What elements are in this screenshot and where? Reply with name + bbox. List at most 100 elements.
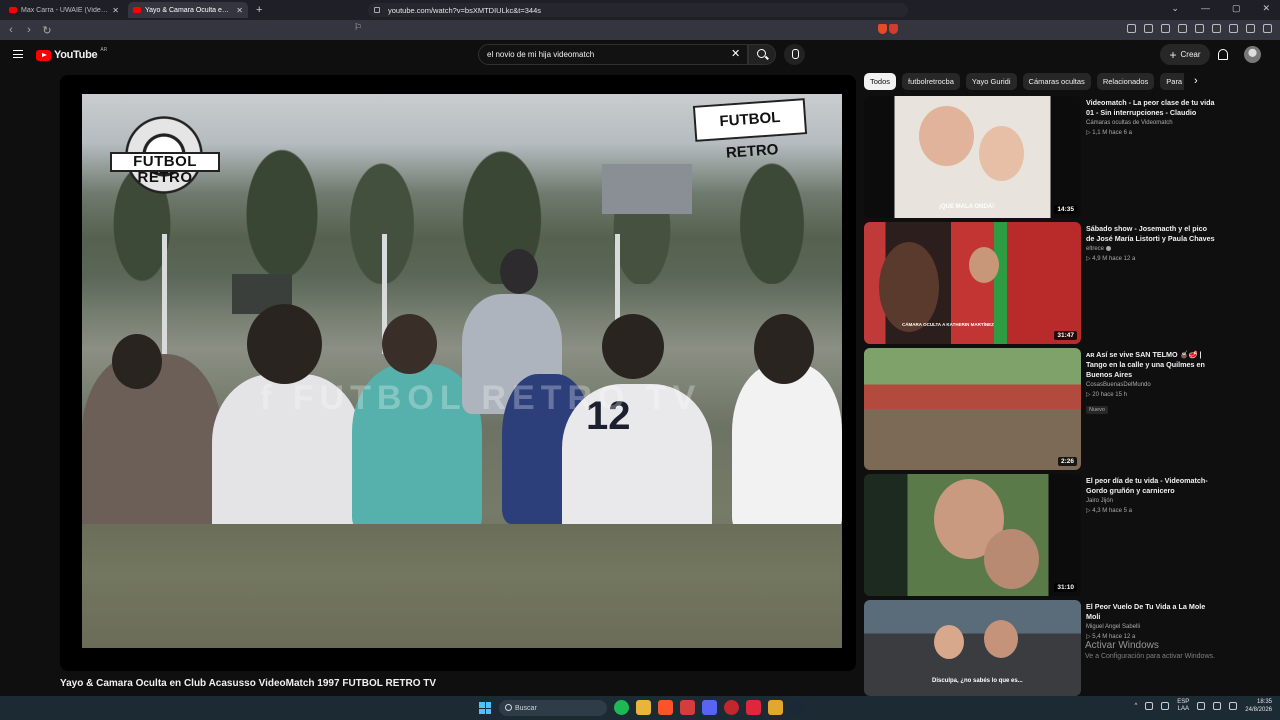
chip-relacionados[interactable]: Relacionados bbox=[1096, 73, 1155, 90]
activate-windows-title: Activar Windows bbox=[1085, 640, 1159, 651]
bookmark-icon[interactable]: ⚐ bbox=[354, 22, 362, 33]
vpn-icon[interactable] bbox=[1229, 24, 1238, 33]
extension-icon[interactable] bbox=[1144, 24, 1153, 33]
battery-icon[interactable] bbox=[1229, 702, 1238, 710]
sidebar-icon[interactable] bbox=[1195, 24, 1204, 33]
taskbar-apps bbox=[614, 700, 805, 715]
channel-name[interactable]: Miguel Angel Sabelli bbox=[1086, 624, 1216, 630]
chevron-right-icon[interactable]: › bbox=[1194, 75, 1198, 87]
file-explorer-icon[interactable] bbox=[636, 700, 651, 715]
site-info-icon[interactable] bbox=[374, 7, 380, 13]
brave-shields-icon[interactable] bbox=[878, 24, 900, 36]
browser-tab[interactable]: Max Carra - UWAIE (Video Oficial) - Y ✕ bbox=[4, 2, 124, 18]
tab-title: Yayo & Camara Oculta en Clu bbox=[145, 6, 233, 14]
video-title[interactable]: El peor día de tu vida - Videomatch- Gor… bbox=[1086, 476, 1216, 496]
reload-icon[interactable]: ↻ bbox=[40, 24, 54, 37]
back-icon[interactable]: ‹ bbox=[4, 24, 18, 36]
chip-yayo-guridi[interactable]: Yayo Guridi bbox=[965, 73, 1017, 90]
extensions-area bbox=[1127, 24, 1272, 33]
video-thumbnail[interactable]: 31:10 bbox=[864, 474, 1081, 596]
clock[interactable]: 18:35 24/8/2026 bbox=[1245, 698, 1272, 714]
clock-date: 24/8/2026 bbox=[1245, 707, 1272, 713]
extension-icon[interactable] bbox=[1212, 24, 1221, 33]
channel-name[interactable]: CosasBuenasDelMundo bbox=[1086, 382, 1216, 388]
thumbnail-face bbox=[979, 126, 1024, 181]
video-title[interactable]: Videomatch - La peor clase de tu vida 01… bbox=[1086, 98, 1216, 118]
video-title[interactable]: El Peor Vuelo De Tu Vida a La Mole Moli bbox=[1086, 602, 1216, 622]
wallet-icon[interactable] bbox=[1246, 24, 1255, 33]
app-icon[interactable] bbox=[724, 700, 739, 715]
notifications-bell-icon[interactable] bbox=[1218, 49, 1228, 60]
hamburger-menu-icon[interactable] bbox=[13, 50, 23, 58]
youtube-play-icon bbox=[36, 49, 51, 61]
chip-para-ti[interactable]: Para ti bbox=[1160, 73, 1184, 90]
extension-icon[interactable] bbox=[1161, 24, 1170, 33]
video-player[interactable]: FUTBOL RETRO FUTBOL RETRO 12 f FUTBOL RE… bbox=[60, 75, 856, 671]
video-thumbnail[interactable]: 2:26 bbox=[864, 348, 1081, 470]
tray-app-icon[interactable] bbox=[1161, 702, 1170, 710]
close-window-button[interactable]: ✕ bbox=[1262, 3, 1270, 14]
person bbox=[732, 364, 842, 534]
clear-search-icon[interactable]: ✕ bbox=[731, 47, 740, 60]
app-icon[interactable] bbox=[768, 700, 783, 715]
channel-name[interactable]: Cámaras ocultas de Videomatch bbox=[1086, 120, 1216, 126]
chip-todos[interactable]: Todos bbox=[864, 73, 897, 90]
new-tab-button[interactable]: + bbox=[256, 4, 262, 16]
maximize-button[interactable]: ▢ bbox=[1232, 3, 1241, 14]
thumbnail-face bbox=[984, 529, 1039, 589]
video-thumbnail[interactable]: Disculpa, ¿no sabés lo que es... bbox=[864, 600, 1081, 696]
brave-browser-icon[interactable] bbox=[658, 700, 673, 715]
tab-close-icon[interactable]: ✕ bbox=[112, 6, 119, 15]
recommendation-item[interactable]: ¡QUE MALA ONDA! 14:35 Videomatch - La pe… bbox=[864, 96, 1244, 218]
youtube-favicon-icon bbox=[9, 7, 17, 13]
tab-search-icon[interactable]: ⌄ bbox=[1171, 3, 1179, 14]
video-title[interactable]: ᴀʀ Así se vive SAN TELMO 🧉🥩 | Tango en l… bbox=[1086, 350, 1216, 380]
steam-icon[interactable] bbox=[790, 700, 805, 715]
video-watermark: f FUTBOL RETRO TV bbox=[260, 379, 702, 417]
app-icon[interactable] bbox=[746, 700, 761, 715]
url-text: youtube.com/watch?v=bsXMTDIULkc&t=344s bbox=[388, 5, 541, 15]
extension-icon[interactable] bbox=[1127, 24, 1136, 33]
tray-app-icon[interactable] bbox=[1145, 702, 1154, 710]
forward-icon[interactable]: › bbox=[22, 24, 36, 36]
extension-icon[interactable] bbox=[1178, 24, 1187, 33]
video-meta: ᴀʀ Así se vive SAN TELMO 🧉🥩 | Tango en l… bbox=[1086, 350, 1216, 416]
avatar[interactable] bbox=[1244, 46, 1261, 63]
address-bar[interactable]: youtube.com/watch?v=bsXMTDIULkc&t=344s bbox=[368, 3, 908, 17]
taskbar-search-input[interactable]: Buscar bbox=[499, 700, 607, 716]
channel-name[interactable]: Jairo Jijón bbox=[1086, 498, 1216, 504]
search-input[interactable]: el novio de mi hija videomatch bbox=[478, 44, 748, 65]
recommendation-item[interactable]: 2:26 ᴀʀ Así se vive SAN TELMO 🧉🥩 | Tango… bbox=[864, 348, 1244, 470]
menu-icon[interactable] bbox=[1263, 24, 1272, 33]
recommendation-item[interactable]: 31:10 El peor día de tu vida - Videomatc… bbox=[864, 474, 1244, 596]
volume-icon[interactable] bbox=[1213, 702, 1222, 710]
tray-overflow-icon[interactable]: ^ bbox=[1134, 703, 1137, 709]
app-icon[interactable] bbox=[680, 700, 695, 715]
thumbnail-face bbox=[919, 106, 974, 166]
video-title[interactable]: Sábado show - Josemacth y el pico de Jos… bbox=[1086, 224, 1216, 244]
chip-futbolretrocba[interactable]: futbolretrocba bbox=[902, 73, 960, 90]
thumbnail-face bbox=[969, 247, 999, 283]
discord-icon[interactable] bbox=[702, 700, 717, 715]
recommendation-item[interactable]: CÁMARA OCULTA A KATHERIN MARTÍNEZ 31:47 … bbox=[864, 222, 1244, 344]
video-frame[interactable]: FUTBOL RETRO FUTBOL RETRO 12 f FUTBOL RE… bbox=[82, 94, 842, 648]
create-button[interactable]: + Crear bbox=[1160, 44, 1210, 65]
youtube-logo[interactable]: YouTube AR bbox=[36, 47, 107, 61]
video-meta: El Peor Vuelo De Tu Vida a La Mole Moli … bbox=[1086, 602, 1216, 640]
windows-start-icon[interactable] bbox=[479, 702, 491, 714]
minimize-button[interactable]: — bbox=[1201, 3, 1210, 14]
video-thumbnail[interactable]: ¡QUE MALA ONDA! 14:35 bbox=[864, 96, 1081, 218]
chip-camaras-ocultas[interactable]: Cámaras ocultas bbox=[1022, 73, 1091, 90]
channel-name[interactable]: eltrece bbox=[1086, 246, 1216, 252]
spotify-icon[interactable] bbox=[614, 700, 629, 715]
wifi-icon[interactable] bbox=[1197, 702, 1206, 710]
thumbnail-face bbox=[984, 620, 1018, 658]
language-indicator[interactable]: ESP LAA bbox=[1177, 699, 1189, 713]
browser-tab-active[interactable]: Yayo & Camara Oculta en Clu ✕ bbox=[128, 2, 248, 18]
voice-search-button[interactable] bbox=[784, 44, 805, 65]
video-thumbnail[interactable]: CÁMARA OCULTA A KATHERIN MARTÍNEZ 31:47 bbox=[864, 222, 1081, 344]
search-button[interactable] bbox=[748, 44, 776, 65]
tab-close-icon[interactable]: ✕ bbox=[236, 6, 243, 15]
video-stats: ▷ 5,4 M hace 12 a bbox=[1086, 634, 1136, 640]
person-head bbox=[602, 314, 664, 379]
